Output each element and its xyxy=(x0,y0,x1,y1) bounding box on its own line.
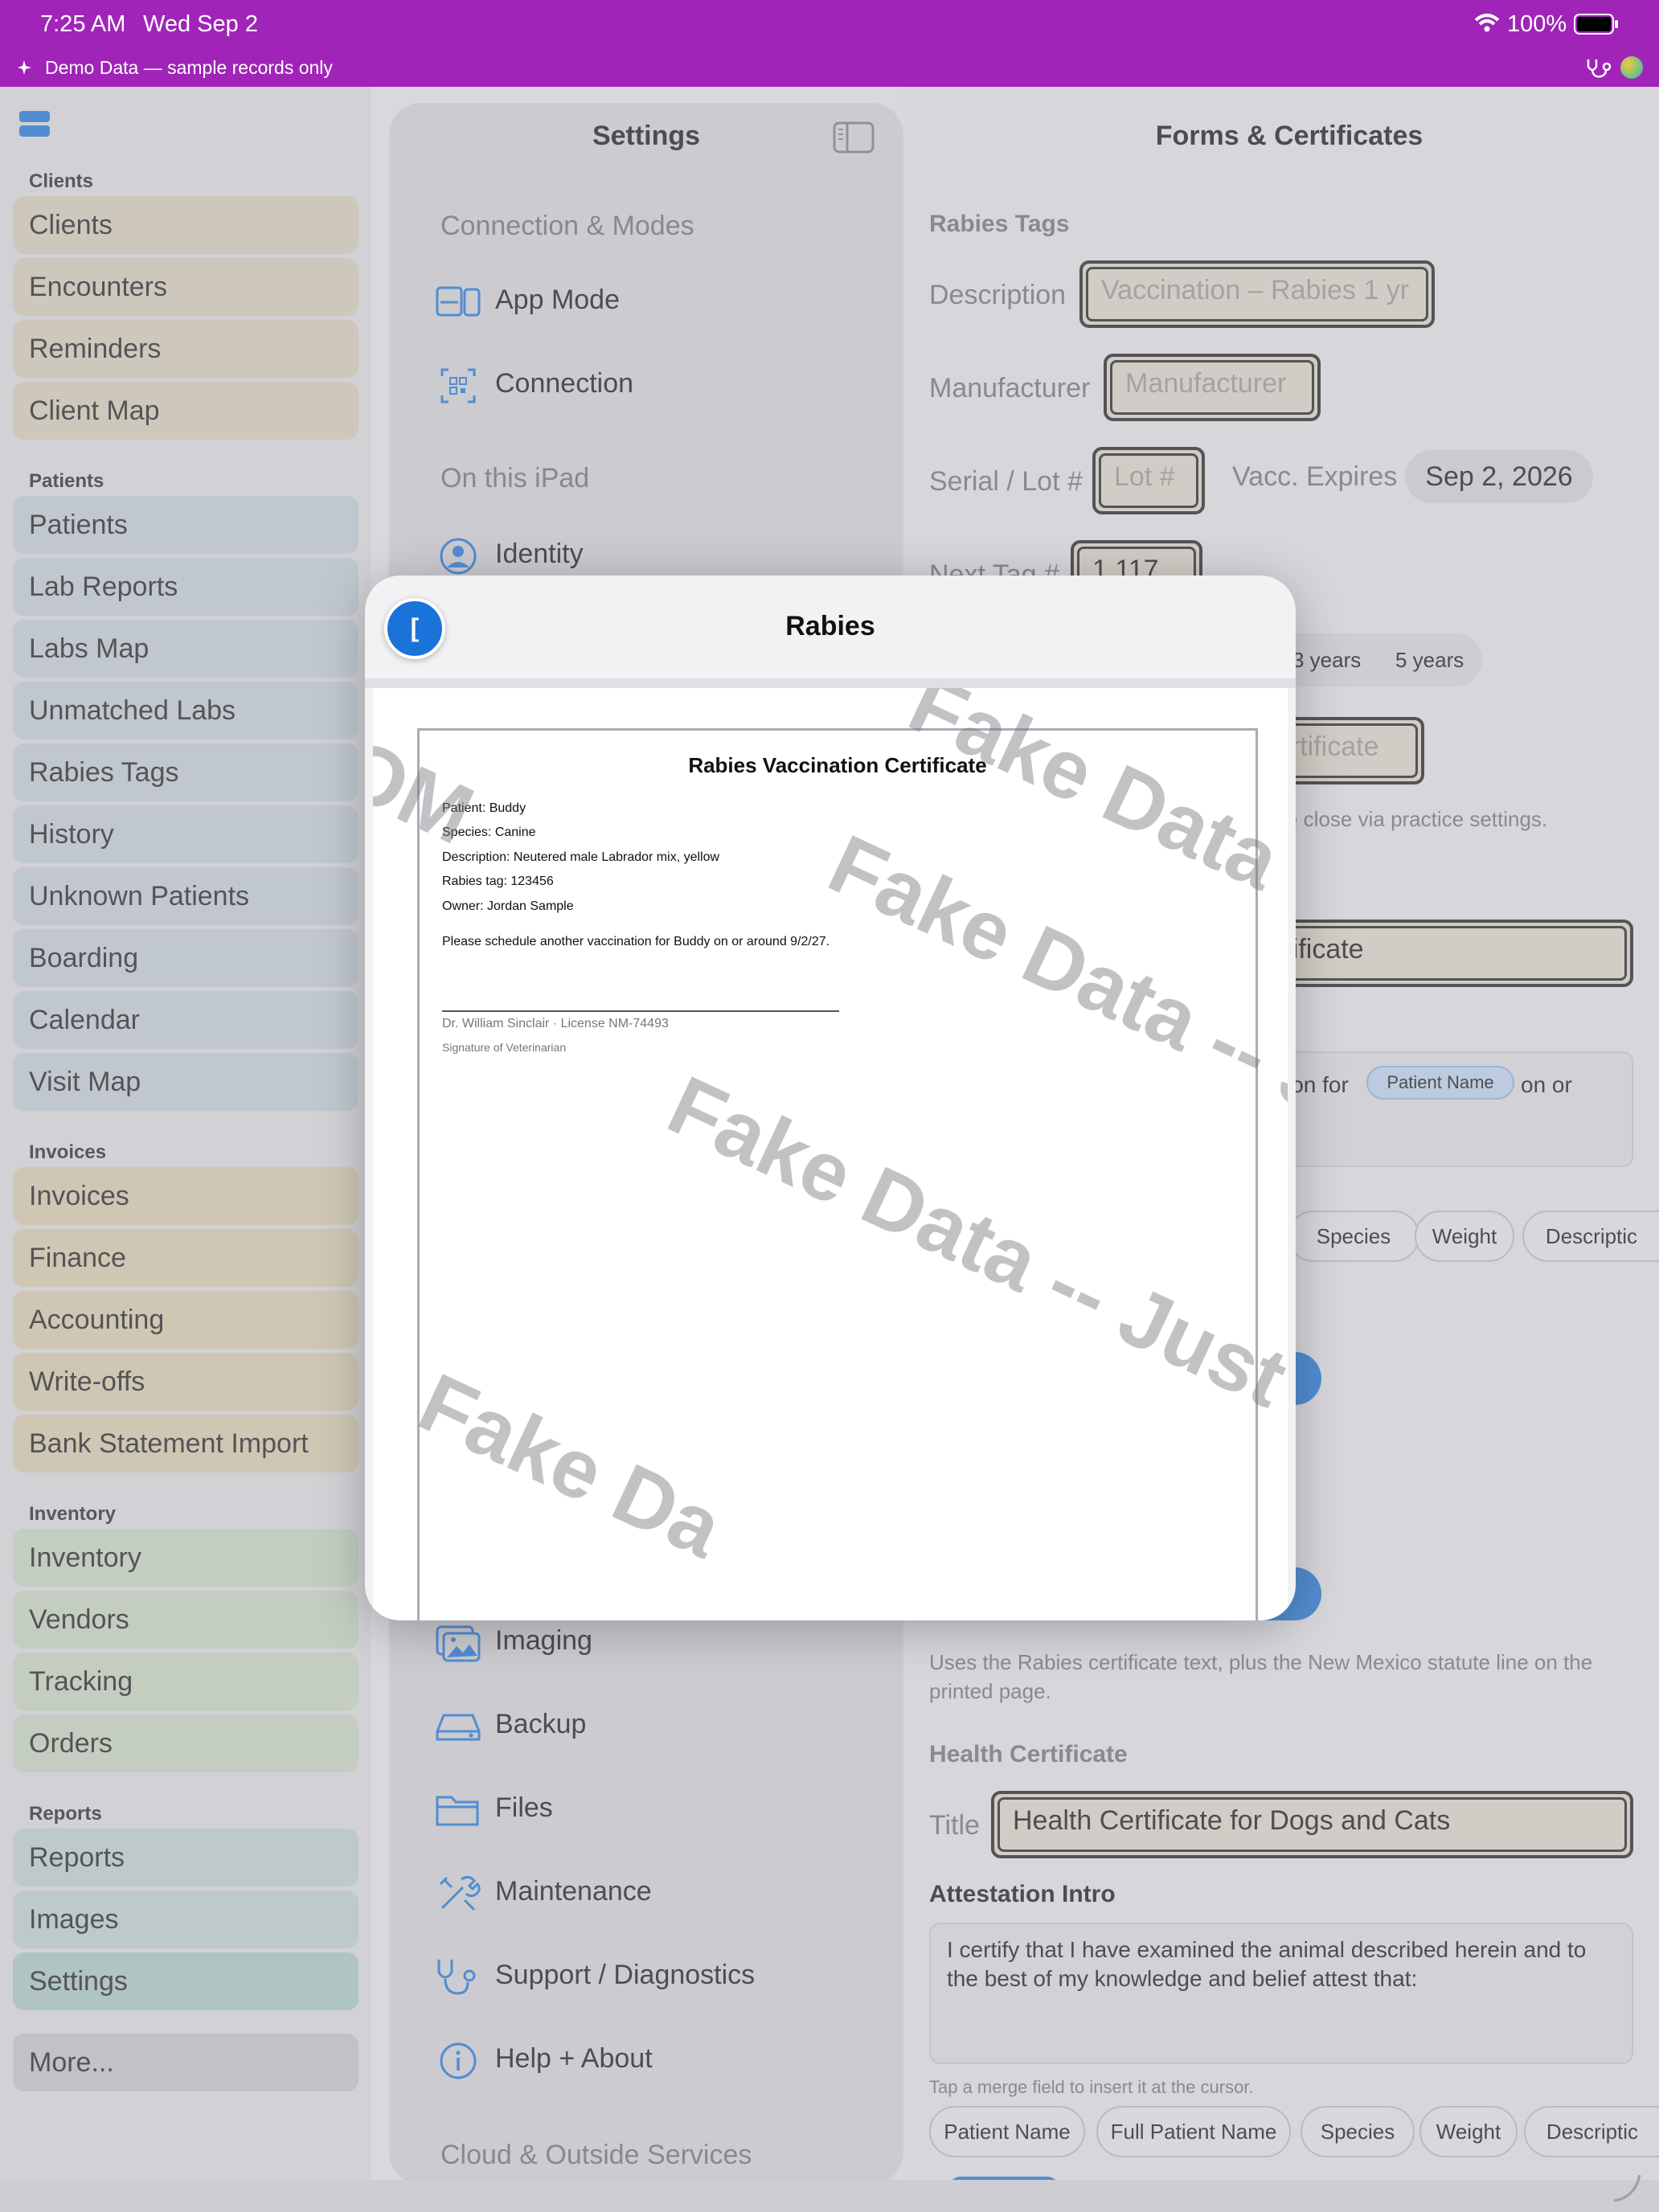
certificate-description: Description: Neutered male Labrador mix,… xyxy=(442,850,720,864)
certificate-owner: Owner: Jordan Sample xyxy=(442,899,574,913)
demo-banner: Demo Data — sample records only xyxy=(45,57,333,78)
sparkle-icon xyxy=(18,59,34,76)
signature-caption: Signature of Veterinarian xyxy=(442,1041,567,1054)
header-divider xyxy=(365,678,1296,688)
stethoscope-icon xyxy=(1585,57,1612,80)
wifi-icon xyxy=(1474,13,1500,32)
status-date: Wed Sep 2 xyxy=(143,11,258,37)
certificate-rabies-tag: Rabies tag: 123456 xyxy=(442,875,554,888)
battery-icon xyxy=(1574,14,1618,35)
rabies-preview-modal: [ Rabies Rabies Vaccination Certificate … xyxy=(365,576,1296,1620)
signature-line xyxy=(442,1010,839,1012)
battery-percent: 100% xyxy=(1507,11,1567,37)
status-time: 7:25 AM xyxy=(40,11,126,37)
status-bar: 7:25 AM Wed Sep 2 100% Demo Data — sampl… xyxy=(0,0,1659,87)
modal-title: Rabies xyxy=(785,611,875,641)
certificate-vet: Dr. William Sinclair · License NM-74493 xyxy=(442,1017,669,1030)
profile-avatar[interactable] xyxy=(1620,56,1643,79)
certificate-schedule: Please schedule another vaccination for … xyxy=(442,935,830,948)
certificate-preview[interactable]: Rabies Vaccination Certificate Patient: … xyxy=(373,688,1288,1620)
